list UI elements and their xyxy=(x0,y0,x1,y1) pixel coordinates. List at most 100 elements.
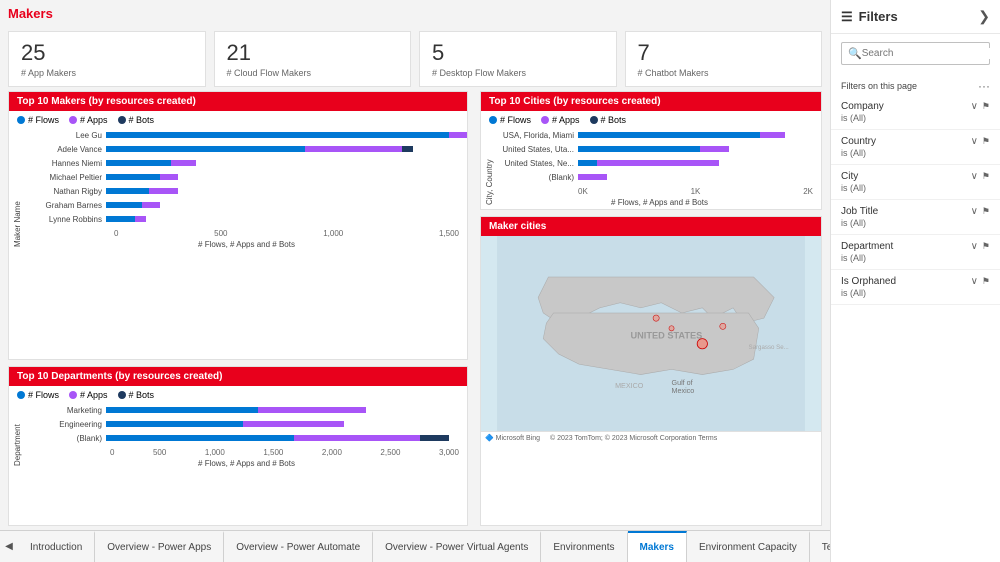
map-provider: 🔷 Microsoft Bing xyxy=(485,435,540,442)
svg-text:Gulf of: Gulf of xyxy=(672,379,693,387)
cities-legend-dot-apps xyxy=(541,116,549,124)
cities-x-axis: 0K 1K 2K xyxy=(498,185,821,196)
departments-legend: # Flows # Apps # Bots xyxy=(9,386,467,402)
legend-flows: # Flows xyxy=(17,115,59,125)
table-row: USA, Florida, Miami xyxy=(498,129,821,141)
filter-item[interactable]: Is Orphaned∨⚑is (All) xyxy=(831,270,1000,305)
table-row: United States, Ne... xyxy=(498,157,821,169)
dept-legend-dot-flows xyxy=(17,391,25,399)
filters-header: ☰ Filters ❯ xyxy=(831,0,1000,34)
svg-text:UNITED STATES: UNITED STATES xyxy=(630,331,702,341)
stat-label-1: # Cloud Flow Makers xyxy=(227,68,399,78)
stat-card-0: 25 # App Makers xyxy=(8,31,206,87)
legend-label-flows: # Flows xyxy=(28,115,59,125)
cities-legend-flows: # Flows xyxy=(500,115,531,125)
filters-options-btn[interactable]: ··· xyxy=(978,79,990,93)
legend-label-bots: # Bots xyxy=(129,115,155,125)
dept-legend-dot-apps xyxy=(69,391,77,399)
stat-label-3: # Chatbot Makers xyxy=(638,68,810,78)
stat-card-3: 7 # Chatbot Makers xyxy=(625,31,823,87)
cities-legend-dot-bots xyxy=(590,116,598,124)
tab-environments[interactable]: Environments xyxy=(541,531,627,562)
map-chart-title: Maker cities xyxy=(481,217,821,236)
stat-number-1: 21 xyxy=(227,40,399,66)
dept-legend-flows: # Flows xyxy=(28,390,59,400)
stat-number-0: 25 xyxy=(21,40,193,66)
tab-power-apps[interactable]: Overview - Power Apps xyxy=(95,531,224,562)
departments-chart: Top 10 Departments (by resources created… xyxy=(8,366,468,526)
cities-legend: # Flows # Apps # Bots xyxy=(481,111,821,127)
tab-teams-environments[interactable]: Teams Environments xyxy=(810,531,830,562)
table-row: Marketing xyxy=(26,404,467,416)
filter-item[interactable]: City∨⚑is (All) xyxy=(831,165,1000,200)
tab-introduction[interactable]: Introduction xyxy=(18,531,95,562)
tab-makers[interactable]: Makers xyxy=(628,531,687,562)
cities-y-axis: City, Country xyxy=(481,127,498,209)
map-footer: 🔷 Microsoft Bing © 2023 TomTom; © 2023 M… xyxy=(481,431,821,444)
legend-apps: # Apps xyxy=(69,115,108,125)
departments-chart-body: Department MarketingEngineering(Blank) 0… xyxy=(9,402,467,470)
cities-legend-bots: # Bots xyxy=(601,115,627,125)
map-svg: Gulf of Mexico Sargasso Se... UNITED STA… xyxy=(481,236,821,431)
makers-x-axis: 0 500 1,000 1,500 xyxy=(26,227,467,238)
table-row: Lee Gu xyxy=(26,129,467,141)
filter-item[interactable]: Job Title∨⚑is (All) xyxy=(831,200,1000,235)
cities-x-title: # Flows, # Apps and # Bots xyxy=(498,196,821,209)
tab-power-virtual-agents[interactable]: Overview - Power Virtual Agents xyxy=(373,531,541,562)
table-row: Hannes Niemi xyxy=(26,157,467,169)
legend-dot-bots xyxy=(118,116,126,124)
table-row: United States, Uta... xyxy=(498,143,821,155)
map-chart: Maker cities Gulf of Mexico xyxy=(480,216,822,526)
table-row: Michael Peltier xyxy=(26,171,467,183)
stat-card-1: 21 # Cloud Flow Makers xyxy=(214,31,412,87)
filters-panel: ☰ Filters ❯ 🔍 Filters on this page ··· C… xyxy=(830,0,1000,562)
table-row: Graham Barnes xyxy=(26,199,467,211)
table-row: (Blank) xyxy=(26,432,467,444)
table-row: Nathan Rigby xyxy=(26,185,467,197)
filter-item[interactable]: Country∨⚑is (All) xyxy=(831,130,1000,165)
dept-legend-dot-bots xyxy=(118,391,126,399)
cities-chart: Top 10 Cities (by resources created) # F… xyxy=(480,91,822,210)
stat-label-0: # App Makers xyxy=(21,68,193,78)
table-row: Adele Vance xyxy=(26,143,467,155)
dept-x-axis: 0 500 1,000 1,500 2,000 2,500 3,000 xyxy=(26,446,467,457)
makers-y-axis: Maker Name xyxy=(9,127,26,251)
table-row: Lynne Robbins xyxy=(26,213,467,225)
tab-prev-btn[interactable]: ◀ xyxy=(0,531,18,562)
cities-bars: USA, Florida, Miami United States, Uta...… xyxy=(498,129,821,183)
filters-on-page-label: Filters on this page ··· xyxy=(831,73,1000,95)
search-icon: 🔍 xyxy=(848,47,862,60)
cities-chart-title: Top 10 Cities (by resources created) xyxy=(481,92,821,111)
filters-search-input[interactable] xyxy=(862,48,994,59)
makers-chart-body: Maker Name Lee Gu Adele Vance Hannes Niemi… xyxy=(9,127,467,251)
legend-dot-flows xyxy=(17,116,25,124)
stat-number-2: 5 xyxy=(432,40,604,66)
table-row: Engineering xyxy=(26,418,467,430)
filter-item[interactable]: Department∨⚑is (All) xyxy=(831,235,1000,270)
dept-legend-bots: # Bots xyxy=(129,390,155,400)
filter-items-container: Company∨⚑is (All)Country∨⚑is (All)City∨⚑… xyxy=(831,95,1000,305)
cities-legend-dot-flows xyxy=(489,116,497,124)
cities-chart-body: City, Country USA, Florida, Miami United … xyxy=(481,127,821,209)
makers-chart: Top 10 Makers (by resources created) # F… xyxy=(8,91,468,360)
table-row: (Blank) xyxy=(498,171,821,183)
svg-text:Mexico: Mexico xyxy=(672,387,695,395)
filters-search-box[interactable]: 🔍 xyxy=(841,42,990,65)
tab-power-automate[interactable]: Overview - Power Automate xyxy=(224,531,373,562)
tab-environment-capacity[interactable]: Environment Capacity xyxy=(687,531,810,562)
makers-legend: # Flows # Apps # Bots xyxy=(9,111,467,127)
cities-legend-apps: # Apps xyxy=(552,115,580,125)
stat-card-2: 5 # Desktop Flow Makers xyxy=(419,31,617,87)
dept-bars: Marketing Engineering (Blank) xyxy=(26,404,467,444)
makers-chart-title: Top 10 Makers (by resources created) xyxy=(9,92,467,111)
legend-bots: # Bots xyxy=(118,115,155,125)
dept-legend-apps: # Apps xyxy=(80,390,108,400)
page-title: Makers xyxy=(0,0,830,23)
dept-x-title: # Flows, # Apps and # Bots xyxy=(26,457,467,470)
legend-label-apps: # Apps xyxy=(80,115,108,125)
stat-label-2: # Desktop Flow Makers xyxy=(432,68,604,78)
makers-x-title: # Flows, # Apps and # Bots xyxy=(26,238,467,251)
filter-item[interactable]: Company∨⚑is (All) xyxy=(831,95,1000,130)
filters-expand-btn[interactable]: ❯ xyxy=(978,8,990,25)
departments-chart-title: Top 10 Departments (by resources created… xyxy=(9,367,467,386)
